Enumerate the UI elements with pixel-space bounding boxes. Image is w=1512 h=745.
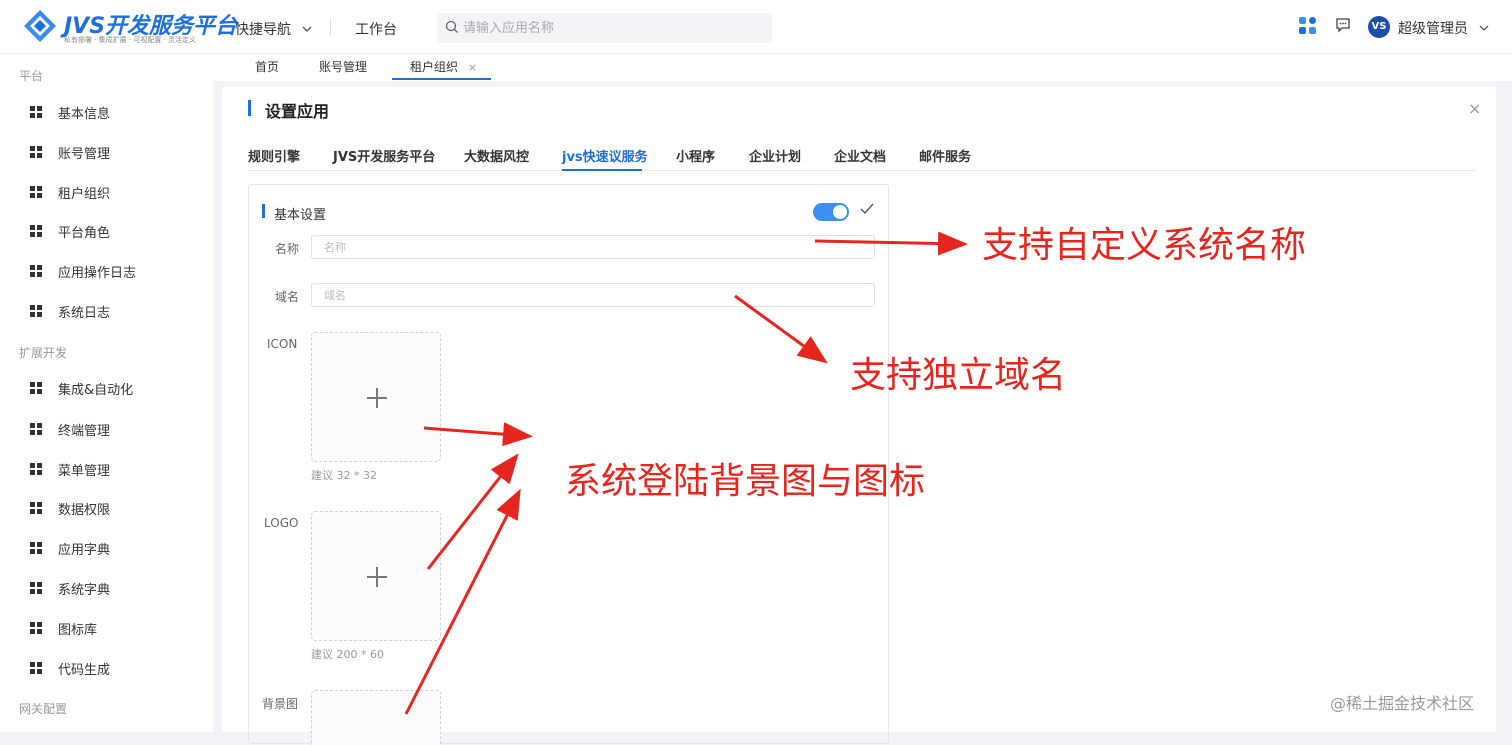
toggle-knob bbox=[833, 205, 847, 219]
page-tab-accounts[interactable]: 账号管理 bbox=[319, 58, 367, 75]
tab-bigdata-risk[interactable]: 大数据风控 bbox=[464, 146, 529, 165]
avatar[interactable]: VS bbox=[1368, 16, 1390, 38]
sidebar-item-label: 终端管理 bbox=[58, 424, 111, 439]
grid-icon bbox=[30, 382, 42, 394]
watermark: @稀土掘金技术社区 bbox=[1330, 694, 1475, 713]
sidebar-item-label: 图标库 bbox=[58, 623, 98, 638]
sidebar-item-label: 菜单管理 bbox=[58, 464, 111, 479]
search-input[interactable] bbox=[463, 13, 763, 43]
page-tab-label: 租户组织 bbox=[410, 60, 459, 74]
quick-nav-menu[interactable]: 快捷导航 bbox=[235, 19, 313, 39]
active-tab-indicator bbox=[562, 169, 642, 171]
grid-icon bbox=[30, 463, 42, 475]
workbench-link[interactable]: 工作台 bbox=[355, 19, 397, 39]
apps-icon[interactable] bbox=[1298, 16, 1318, 36]
grid-icon bbox=[30, 265, 42, 277]
title-accent-bar bbox=[248, 100, 251, 116]
sidebar-item-label: 账号管理 bbox=[58, 147, 111, 162]
message-icon[interactable] bbox=[1335, 17, 1351, 33]
sidebar-group-gateway: 网关配置 bbox=[19, 702, 68, 716]
settings-panel: 设置应用 × 规则引擎 JVS开发服务平台 大数据风控 jvs快速议服务 小程序… bbox=[222, 87, 1496, 745]
sidebar: 平台 基本信息 账号管理 租户组织 平台角色 应用操作日志 系统日志 扩展开发 … bbox=[0, 54, 213, 732]
tabs-divider bbox=[248, 170, 1474, 171]
grid-icon bbox=[30, 662, 42, 674]
tab-mini-program[interactable]: 小程序 bbox=[676, 146, 715, 165]
sidebar-group-extension: 扩展开发 bbox=[19, 346, 68, 360]
sidebar-item-label: 数据权限 bbox=[58, 503, 111, 518]
logo-icon bbox=[24, 10, 56, 42]
page-tabs: 首页 账号管理 租户组织 × bbox=[213, 54, 1512, 81]
check-icon[interactable] bbox=[859, 201, 875, 217]
logo[interactable]: JVS开发服务平台 私有部署 · 集成扩展 · 可视配置 · 灵活定义 bbox=[22, 6, 237, 48]
grid-icon bbox=[30, 186, 42, 198]
sidebar-item-label: 代码生成 bbox=[58, 663, 111, 678]
sidebar-item-label: 应用操作日志 bbox=[58, 266, 137, 281]
sidebar-item-label: 应用字典 bbox=[58, 543, 111, 558]
sidebar-item-label: 集成&自动化 bbox=[58, 383, 134, 398]
grid-icon bbox=[30, 106, 42, 118]
tab-enterprise-plan[interactable]: 企业计划 bbox=[749, 146, 801, 165]
tab-rule-engine[interactable]: 规则引擎 bbox=[248, 146, 300, 165]
sidebar-item-label: 系统字典 bbox=[58, 583, 111, 598]
sidebar-group-platform: 平台 bbox=[19, 69, 44, 83]
page-tab-home[interactable]: 首页 bbox=[255, 58, 279, 75]
name-label: 名称 bbox=[275, 242, 300, 256]
sidebar-item-label: 平台角色 bbox=[58, 226, 111, 241]
card-accent-bar bbox=[262, 204, 265, 218]
tab-mail-service[interactable]: 邮件服务 bbox=[919, 146, 971, 165]
grid-icon bbox=[30, 582, 42, 594]
user-menu[interactable]: 超级管理员 bbox=[1398, 18, 1490, 38]
icon-uploader[interactable] bbox=[311, 332, 441, 462]
sidebar-item-label: 租户组织 bbox=[58, 187, 111, 202]
chevron-down-icon bbox=[302, 26, 312, 32]
annotation-custom-name: 支持自定义系统名称 bbox=[982, 225, 1307, 266]
username: 超级管理员 bbox=[1398, 21, 1468, 37]
active-tab-indicator bbox=[392, 78, 491, 80]
tab-jvs-quick-service[interactable]: jvs快速议服务 bbox=[562, 146, 648, 165]
annotation-login-bg: 系统登陆背景图与图标 bbox=[565, 461, 926, 502]
name-input[interactable] bbox=[311, 235, 875, 259]
plus-icon bbox=[376, 567, 378, 587]
grid-icon bbox=[30, 305, 42, 317]
tab-jvs-platform[interactable]: JVS开发服务平台 bbox=[333, 146, 435, 165]
card-title: 基本设置 bbox=[274, 208, 327, 223]
sidebar-item-label: 系统日志 bbox=[58, 306, 111, 321]
grid-icon bbox=[30, 225, 42, 237]
search-icon bbox=[445, 20, 458, 33]
app-search[interactable] bbox=[437, 13, 772, 43]
logo-size-hint: 建议 200 * 60 bbox=[311, 648, 384, 661]
icon-size-hint: 建议 32 * 32 bbox=[311, 469, 377, 482]
plus-icon bbox=[376, 388, 378, 408]
background-label: 背景图 bbox=[262, 697, 299, 711]
nav-divider bbox=[330, 18, 331, 36]
grid-icon bbox=[30, 542, 42, 554]
icon-label: ICON bbox=[267, 337, 298, 351]
grid-icon bbox=[30, 146, 42, 158]
domain-input[interactable] bbox=[311, 283, 875, 307]
chevron-down-icon bbox=[1479, 25, 1489, 31]
annotation-domain: 支持独立域名 bbox=[850, 355, 1067, 396]
panel-title: 设置应用 bbox=[265, 102, 330, 121]
sidebar-item-label: 基本信息 bbox=[58, 107, 111, 122]
background-uploader[interactable] bbox=[311, 690, 441, 745]
tab-enterprise-docs[interactable]: 企业文档 bbox=[834, 146, 886, 165]
grid-icon bbox=[30, 622, 42, 634]
close-icon[interactable]: × bbox=[1468, 99, 1481, 118]
top-bar: JVS开发服务平台 私有部署 · 集成扩展 · 可视配置 · 灵活定义 快捷导航… bbox=[0, 0, 1512, 54]
logo-subtitle: 私有部署 · 集成扩展 · 可视配置 · 灵活定义 bbox=[64, 36, 197, 44]
page-tab-tenant-org[interactable]: 租户组织 × bbox=[410, 58, 477, 75]
domain-label: 域名 bbox=[275, 290, 300, 304]
close-icon[interactable]: × bbox=[468, 61, 477, 74]
logo-uploader[interactable] bbox=[311, 511, 441, 641]
quick-nav-label: 快捷导航 bbox=[235, 22, 291, 38]
grid-icon bbox=[30, 423, 42, 435]
grid-icon bbox=[30, 502, 42, 514]
logo-label: LOGO bbox=[264, 516, 299, 530]
enable-toggle[interactable] bbox=[813, 203, 849, 221]
